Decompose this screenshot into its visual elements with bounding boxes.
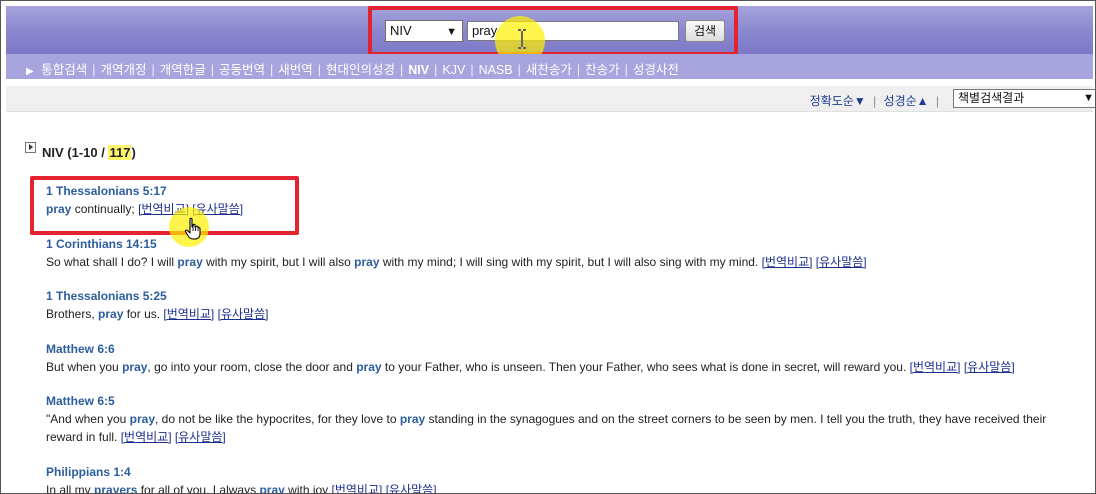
results-header: NIV (1-10 / 117) [25,142,136,160]
verse-text-segment: with my spirit, but I will also [202,255,355,269]
keyword-match: pray [177,255,203,269]
nav-bar: ▶ 통합검색 | 개역개정 | 개역한글 | 공동번역 | 새번역 | 현대인의성경 | NIV | KJV… [6,54,1093,79]
nav-item[interactable]: 찬송가 [585,63,620,77]
similar-verses-link[interactable]: [유사말씀] [964,360,1015,374]
verse-reference-link[interactable]: Philippians 1:4 [46,463,1071,481]
verse-text: But when you pray, go into your room, cl… [46,358,1071,376]
hand-pointer-icon [184,217,201,240]
compare-translations-link[interactable]: [번역비교] [762,255,813,269]
verse-text: "And when you pray, do not be like the h… [46,410,1071,446]
nav-item[interactable]: 새찬송가 [526,63,572,77]
compare-translations-link[interactable]: [번역비교] [332,483,383,493]
similar-verses-link[interactable]: [유사말씀] [218,307,269,321]
verse-text-segment: , do not be like the hypocrites, for the… [155,412,400,426]
verse-reference-link[interactable]: Matthew 6:6 [46,340,1071,358]
nav-item[interactable]: 공동번역 [219,63,265,77]
keyword-match: pray [98,307,124,321]
nav-item[interactable]: 새번역 [278,63,313,77]
verse-text-segment: In all my [46,483,95,494]
verse-reference-link[interactable]: Matthew 6:5 [46,392,1071,410]
verse-text-segment: "And when you [46,412,130,426]
nav-divider: | [92,63,96,77]
nav-item[interactable]: 개역개정 [100,63,146,77]
result-item: 1 Thessalonians 5:25 Brothers, pray for u… [46,287,1071,323]
verse-text-segment: So what shall I do? I will [46,255,178,269]
nav-divider: | [470,63,474,77]
sort-canon-link[interactable]: 성경순▲ [884,94,929,108]
similar-verses-link[interactable]: [유사말씀] [175,430,226,444]
keyword-match: pray [122,360,148,374]
sort-accuracy-link[interactable]: 정확도순▼ [810,94,866,108]
nav-item[interactable]: KJV [442,63,465,77]
sort-links: 정확도순▼ | 성경순▲ | [810,92,943,109]
nav-divider: | [317,63,322,77]
nav-list: ▶ 통합검색 | 개역개정 | 개역한글 | 공동번역 | 새번역 | 현대인의성경 | NIV | KJV… [26,59,679,78]
nav-divider: | [624,63,628,77]
nav-divider: | [151,63,155,77]
similar-verses-link[interactable]: [유사말씀] [386,483,437,493]
page-frame: NIV ▼ pray 검색 ▶ 통합검색 | 개역개정 | 개역한글 | 공동번역 | 새번역 |… [0,0,1096,494]
sort-bar: 정확도순▼ | 성경순▲ | 책별검색결과 ▼ [6,86,1095,112]
results-header-prefix: NIV (1-10 / [42,145,109,160]
verse-text-segment: But when you [46,360,123,374]
sort-divider: | [935,94,939,108]
nav-item[interactable]: NIV [408,63,429,77]
result-item: Matthew 6:6 But when you pray, go into yo… [46,340,1071,376]
keyword-match: prayers [94,483,138,494]
keyword-match: pray [354,255,380,269]
view-mode-value: 책별검색결과 [958,91,1025,105]
keyword-match: pray [356,360,382,374]
result-annotation-box [30,176,299,235]
similar-verses-link[interactable]: [유사말씀] [816,255,867,269]
result-item: Matthew 6:5 "And when you pray, do not be… [46,392,1071,446]
nav-item[interactable]: NASB [479,63,513,77]
nav-item[interactable]: 개역한글 [160,63,206,77]
verse-text: So what shall I do? I will pray with my … [46,253,1071,271]
view-mode-select[interactable]: 책별검색결과 ▼ [953,89,1095,108]
nav-item[interactable]: 성경사전 [633,63,679,77]
nav-divider: | [270,63,274,77]
nav-divider: | [210,63,214,77]
chevron-down-icon: ▼ [1083,92,1094,104]
compare-translations-link[interactable]: [번역비교] [121,430,172,444]
verse-text-segment: , go into your room, close the door and [147,360,357,374]
results-header-suffix: ) [131,145,136,160]
text-cursor-icon [518,29,526,49]
results-total: 117 [108,145,132,160]
compare-translations-link[interactable]: [번역비교] [163,307,214,321]
search-annotation-box [368,6,738,56]
verse-text-segment: Brothers, [46,307,99,321]
verse-text: Brothers, pray for us. [번역비교] [유사말씀] [46,305,1071,323]
compare-translations-link[interactable]: [번역비교] [910,360,961,374]
verse-reference-link[interactable]: 1 Thessalonians 5:25 [46,287,1071,305]
keyword-match: pray [129,412,156,426]
nav-item[interactable]: 통합검색 [41,63,87,77]
verse-text-segment: for us. [123,307,161,321]
keyword-match: pray [259,483,285,494]
sort-divider: | [873,94,877,108]
verse-text-segment: with my mind; I will sing with my spirit… [379,255,759,269]
nav-divider: | [576,63,581,77]
nav-divider: | [400,63,404,77]
verse-text-segment: with joy [284,483,329,494]
nav-arrow-icon: ▶ [26,66,34,77]
verse-text: In all my prayers for all of you, I alwa… [46,481,1071,494]
verse-text-segment: for all of you, I always [137,483,260,494]
nav-divider: | [434,63,438,77]
nav-divider: | [517,63,521,77]
expand-toggle-icon[interactable] [25,142,36,153]
result-item: Philippians 1:4 In all my prayers for all… [46,463,1071,494]
nav-item[interactable]: 현대인의성경 [326,63,395,77]
verse-text-segment: to your Father, who is unseen. Then your… [381,360,907,374]
keyword-match: pray [399,412,426,426]
